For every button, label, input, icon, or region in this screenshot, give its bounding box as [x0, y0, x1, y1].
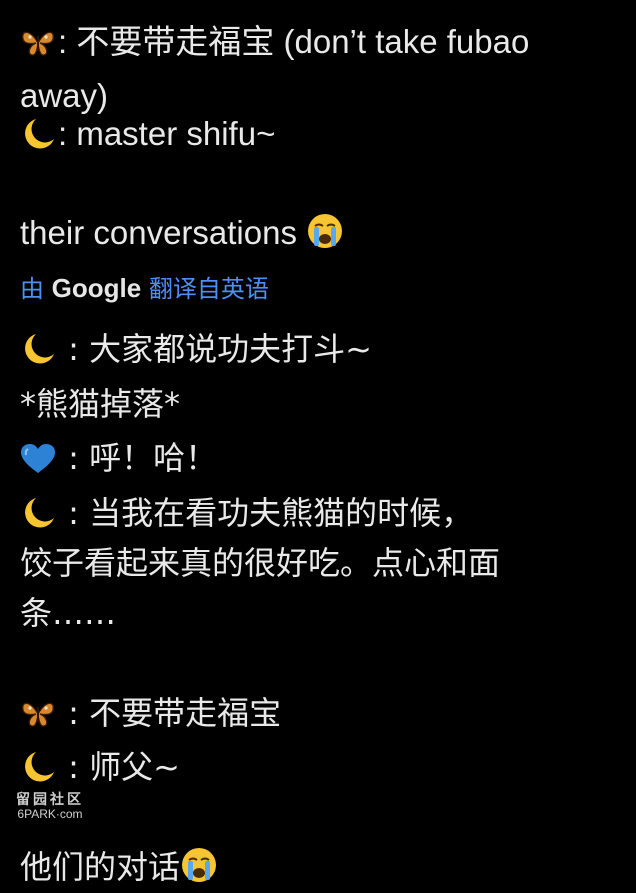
blue-heart-icon [20, 443, 56, 484]
watermark-en: 6PARK·com [17, 807, 83, 821]
crescent-moon-icon [20, 117, 56, 160]
google-translate-link[interactable]: 由 Google 翻译自英语 [20, 272, 269, 305]
watermark-logo: 留园社区 6PARK·com [16, 793, 84, 821]
english-caption: their conversations [20, 212, 620, 259]
chinese-line-3: : 呼！哈！ [20, 438, 620, 484]
butterfly-icon [20, 24, 56, 72]
chinese-line-4: : 当我在看功夫熊猫的时候， [20, 493, 620, 539]
chinese-line-1: : 大家都说功夫打斗~ [20, 329, 620, 375]
chinese-line-5: 饺子看起来真的很好吃。点心和面 [20, 544, 501, 582]
watermark-cn: 留园社区 [16, 792, 84, 808]
chinese-line-8: : 师父~ [20, 747, 620, 793]
english-line-1: : 不要带走福宝 (don’t take fubao away) [20, 23, 530, 114]
chinese-line-7: : 不要带走福宝 [20, 693, 620, 739]
english-line-2: : master shifu~ [20, 114, 620, 160]
butterfly-icon [20, 698, 56, 739]
chinese-line-2: *熊猫掉落* [20, 385, 181, 423]
chinese-line-6: 条…… [20, 594, 117, 632]
loudly-crying-face-icon [306, 212, 344, 259]
crescent-moon-icon [20, 332, 56, 375]
chinese-caption: 他们的对话 [20, 846, 620, 893]
loudly-crying-face-icon [180, 846, 218, 893]
google-brand-label: Google [51, 273, 142, 303]
crescent-moon-icon [20, 496, 56, 539]
crescent-moon-icon [20, 750, 56, 793]
